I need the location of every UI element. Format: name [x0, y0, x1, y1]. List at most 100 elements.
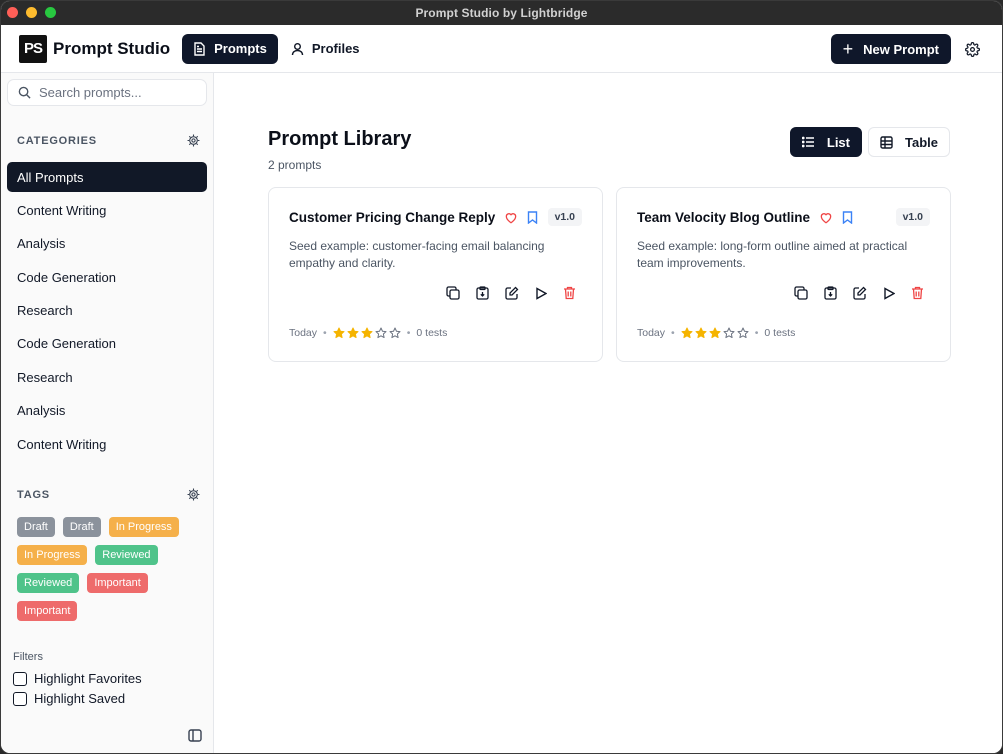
- tag-badge[interactable]: In Progress: [108, 517, 179, 537]
- tag-badge[interactable]: Reviewed: [17, 573, 80, 593]
- prompt-actions: [794, 286, 924, 300]
- highlight-favorites-label: Highlight Favorites: [34, 671, 142, 686]
- app-logo: PS: [19, 34, 47, 63]
- category-item[interactable]: Analysis: [7, 396, 207, 426]
- page-title: Prompt Library: [268, 128, 412, 150]
- prompt-card[interactable]: Team Velocity Blog Outline v1.0 Seed exa…: [616, 187, 951, 362]
- search-box[interactable]: [7, 79, 207, 106]
- prompt-date: Today: [289, 327, 318, 339]
- categories-heading: CATEGORIES: [17, 134, 97, 147]
- clipboard-icon[interactable]: [476, 286, 489, 300]
- copy-icon[interactable]: [794, 286, 808, 300]
- prompt-meta: Today • • 0 tests: [289, 327, 447, 339]
- highlight-favorites-filter[interactable]: Highlight Favorites: [13, 671, 142, 686]
- category-item[interactable]: Code Generation: [7, 262, 207, 292]
- new-prompt-button[interactable]: + New Prompt: [830, 34, 951, 64]
- category-list: All Prompts Content Writing Analysis Cod…: [7, 162, 207, 463]
- star-filled-icon[interactable]: [709, 327, 721, 339]
- tags-heading: TAGS: [17, 488, 50, 501]
- close-window-button[interactable]: [7, 7, 18, 18]
- copy-icon[interactable]: [446, 286, 460, 300]
- meta-separator: •: [406, 327, 411, 339]
- category-item[interactable]: Analysis: [7, 229, 207, 259]
- top-navigation: PS Prompt Studio Prompts Profiles + New …: [1, 25, 1002, 73]
- star-empty-icon[interactable]: [389, 327, 401, 339]
- prompt-description: Seed example: long-form outline aimed at…: [637, 239, 908, 270]
- table-view-button[interactable]: Table: [868, 127, 950, 157]
- highlight-saved-filter[interactable]: Highlight Saved: [13, 691, 125, 706]
- nav-prompts-button[interactable]: Prompts: [182, 33, 278, 64]
- tags-settings-gear-icon[interactable]: [187, 488, 200, 501]
- category-item[interactable]: Research: [7, 296, 207, 326]
- run-play-icon[interactable]: [535, 286, 547, 300]
- meta-separator: •: [671, 327, 675, 339]
- highlight-saved-label: Highlight Saved: [34, 691, 126, 706]
- categories-header: CATEGORIES: [17, 134, 200, 147]
- window-title: Prompt Studio by Lightbridge: [415, 6, 588, 20]
- category-item-all-prompts[interactable]: All Prompts: [7, 162, 207, 192]
- clipboard-icon[interactable]: [824, 286, 837, 300]
- delete-trash-icon[interactable]: [911, 286, 924, 300]
- maximize-window-button[interactable]: [45, 7, 56, 18]
- settings-gear-icon[interactable]: [965, 41, 980, 57]
- title-bar: Prompt Studio by Lightbridge: [1, 1, 1002, 25]
- view-toggle: List Table: [789, 127, 950, 157]
- tag-badge[interactable]: Important: [17, 601, 78, 621]
- category-item[interactable]: Research: [7, 362, 207, 392]
- minimize-window-button[interactable]: [26, 7, 37, 18]
- star-rating[interactable]: [681, 327, 749, 339]
- tag-badge[interactable]: Reviewed: [95, 545, 158, 565]
- prompt-date: Today: [637, 327, 666, 339]
- prompt-title: Team Velocity Blog Outline: [637, 210, 811, 225]
- filters-label: Filters: [13, 651, 43, 663]
- star-filled-icon[interactable]: [695, 327, 707, 339]
- new-prompt-label: New Prompt: [863, 41, 939, 57]
- highlight-saved-checkbox[interactable]: [13, 691, 27, 706]
- star-filled-icon[interactable]: [333, 327, 345, 339]
- star-filled-icon[interactable]: [361, 327, 373, 339]
- tag-badge[interactable]: Draft: [17, 517, 55, 537]
- run-play-icon[interactable]: [883, 286, 895, 300]
- table-grid-icon: [880, 135, 893, 149]
- test-count: 0 tests: [764, 327, 796, 339]
- list-icon: [801, 136, 814, 148]
- category-item[interactable]: Code Generation: [7, 329, 207, 359]
- sidebar-toggle-icon[interactable]: [188, 729, 202, 742]
- prompt-card[interactable]: Customer Pricing Change Reply v1.0 Seed …: [268, 187, 603, 362]
- star-empty-icon[interactable]: [375, 327, 387, 339]
- bookmark-icon[interactable]: [842, 211, 853, 224]
- favorite-heart-icon[interactable]: [504, 211, 518, 224]
- category-item[interactable]: Content Writing: [7, 429, 207, 459]
- document-icon: [194, 41, 205, 56]
- star-filled-icon[interactable]: [347, 327, 359, 339]
- category-item[interactable]: Content Writing: [7, 195, 207, 225]
- star-empty-icon[interactable]: [723, 327, 735, 339]
- version-badge: v1.0: [547, 208, 582, 226]
- meta-separator: •: [323, 327, 327, 339]
- highlight-favorites-checkbox[interactable]: [13, 671, 27, 686]
- edit-icon[interactable]: [505, 286, 519, 300]
- prompt-meta: Today • • 0 tests: [637, 327, 795, 339]
- tag-badge[interactable]: In Progress: [17, 545, 88, 565]
- star-filled-icon[interactable]: [681, 327, 693, 339]
- tags-header: TAGS: [17, 488, 200, 501]
- app-window: Prompt Studio by Lightbridge PS Prompt S…: [0, 0, 1003, 754]
- list-view-button[interactable]: List: [789, 127, 862, 157]
- favorite-heart-icon[interactable]: [819, 211, 833, 224]
- table-view-label: Table: [905, 134, 938, 150]
- prompt-count: 2 prompts: [268, 158, 322, 172]
- star-empty-icon[interactable]: [737, 327, 749, 339]
- nav-profiles-button[interactable]: Profiles: [280, 34, 371, 64]
- prompt-description: Seed example: customer-facing email bala…: [289, 239, 545, 270]
- tag-badge[interactable]: Important: [87, 573, 148, 593]
- nav-prompts-label: Prompts: [214, 41, 267, 56]
- delete-trash-icon[interactable]: [563, 286, 576, 300]
- user-icon: [291, 42, 304, 55]
- prompt-title: Customer Pricing Change Reply: [289, 210, 496, 225]
- edit-icon[interactable]: [853, 286, 867, 300]
- tag-badge[interactable]: Draft: [62, 517, 101, 537]
- search-input[interactable]: [39, 85, 189, 100]
- categories-settings-gear-icon[interactable]: [187, 134, 200, 147]
- star-rating[interactable]: [333, 327, 401, 339]
- bookmark-icon[interactable]: [527, 211, 538, 224]
